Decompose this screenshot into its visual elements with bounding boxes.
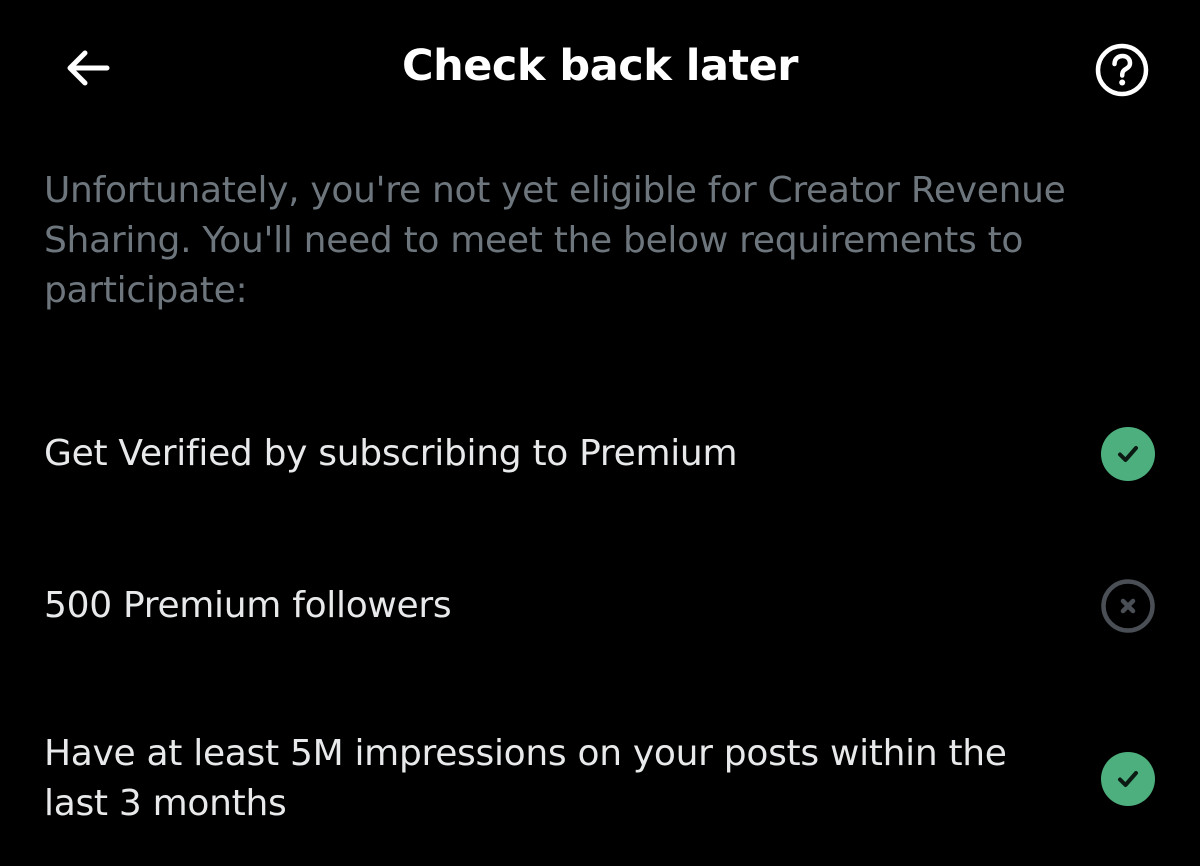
requirement-row: Get Verified by subscribing to Premium <box>44 426 1156 482</box>
check-circle-icon <box>1101 752 1155 806</box>
requirement-label: Have at least 5M impressions on your pos… <box>44 733 1007 824</box>
question-circle-icon <box>1095 43 1149 97</box>
header-bar: Check back later <box>0 0 1200 135</box>
requirement-label: 500 Premium followers <box>44 585 452 626</box>
eligibility-message: Unfortunately, you're not yet eligible f… <box>44 170 1066 311</box>
requirement-row: 500 Premium followers <box>44 578 1156 634</box>
page-title: Check back later <box>402 41 798 91</box>
requirement-row: Have at least 5M impressions on your pos… <box>44 727 1156 831</box>
x-circle-icon <box>1101 579 1155 633</box>
check-circle-icon <box>1101 427 1155 481</box>
help-button[interactable] <box>1092 40 1152 100</box>
requirement-label: Get Verified by subscribing to Premium <box>44 433 738 474</box>
